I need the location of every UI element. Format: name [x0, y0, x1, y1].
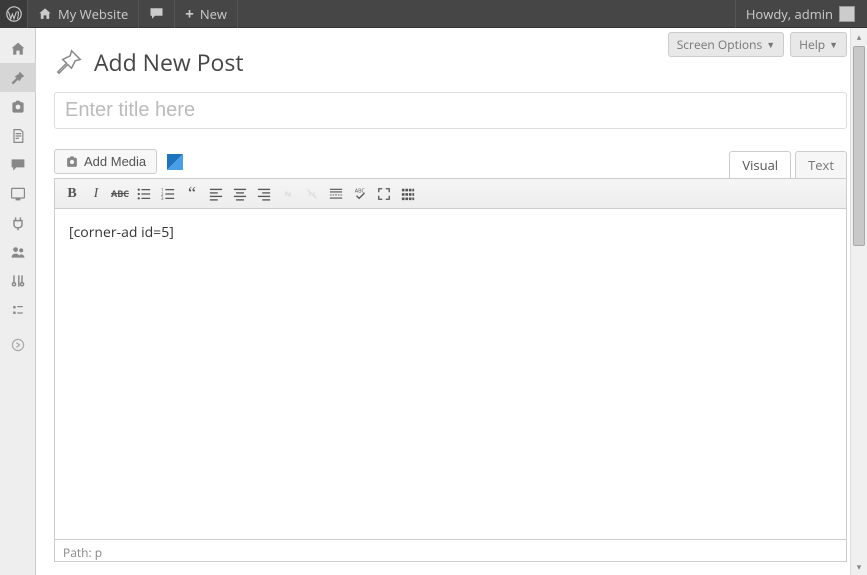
comments-link[interactable] [139, 0, 175, 28]
sidebar-item-dashboard[interactable] [0, 34, 36, 63]
align-left-button[interactable] [205, 183, 227, 205]
unlink-button[interactable] [301, 183, 323, 205]
screen-meta: Screen Options▼ Help▼ [668, 32, 847, 57]
svg-text:3: 3 [161, 196, 164, 201]
pin-icon [54, 47, 84, 77]
chevron-down-icon: ▼ [766, 38, 775, 51]
tab-visual[interactable]: Visual [729, 151, 791, 178]
admin-sidebar [0, 28, 36, 575]
site-name-label: My Website [58, 5, 128, 23]
site-name-link[interactable]: My Website [28, 0, 139, 28]
italic-button[interactable]: I [85, 183, 107, 205]
sidebar-item-media[interactable] [0, 92, 36, 121]
scrollbar-thumb[interactable] [853, 46, 865, 246]
sidebar-item-settings[interactable] [0, 295, 36, 324]
appearance-icon [10, 186, 26, 202]
media-icon [65, 155, 79, 169]
tools-icon [10, 273, 26, 289]
sidebar-item-posts[interactable] [0, 63, 36, 92]
blockquote-button[interactable]: “ [181, 183, 203, 205]
editor-status-bar: Path: p [55, 539, 846, 561]
editor-body[interactable]: [corner-ad id=5] [55, 209, 846, 539]
pages-icon [10, 128, 26, 144]
screen-options-tab[interactable]: Screen Options▼ [668, 32, 784, 57]
howdy-label: Howdy, admin [746, 5, 833, 23]
post-title-input[interactable] [54, 92, 847, 129]
plugins-icon [10, 215, 26, 231]
plus-icon: + [185, 4, 194, 24]
home-icon [10, 41, 26, 57]
media-icon [10, 99, 26, 115]
users-icon [10, 244, 26, 260]
comment-icon [10, 157, 26, 173]
sidebar-item-comments[interactable] [0, 150, 36, 179]
collapse-icon [10, 337, 26, 353]
bullet-list-button[interactable] [133, 183, 155, 205]
bold-button[interactable]: B [61, 183, 83, 205]
tab-text[interactable]: Text [795, 151, 847, 178]
wordpress-logo[interactable] [0, 0, 28, 28]
settings-icon [10, 302, 26, 318]
avatar [839, 6, 855, 22]
comment-icon [149, 6, 164, 21]
spellcheck-button[interactable]: ABC [349, 183, 371, 205]
more-button[interactable] [325, 183, 347, 205]
sidebar-item-users[interactable] [0, 237, 36, 266]
home-icon [38, 7, 52, 21]
fullscreen-button[interactable] [373, 183, 395, 205]
editor-toolbar: B I ABC 123 “ ABC [55, 179, 846, 209]
admin-bar: My Website + New Howdy, admin [0, 0, 867, 28]
add-media-button[interactable]: Add Media [54, 149, 157, 174]
pin-icon [10, 70, 26, 86]
main-content: Screen Options▼ Help▼ Add New Post Add M… [36, 28, 867, 575]
align-right-button[interactable] [253, 183, 275, 205]
link-button[interactable] [277, 183, 299, 205]
new-label: New [200, 5, 227, 23]
sidebar-item-pages[interactable] [0, 121, 36, 150]
corner-ad-icon[interactable] [167, 154, 183, 170]
collapse-menu-button[interactable] [0, 330, 36, 359]
page-title: Add New Post [94, 46, 244, 78]
new-content-link[interactable]: + New [175, 0, 238, 28]
scrollbar-vertical[interactable] [850, 28, 867, 575]
account-menu[interactable]: Howdy, admin [735, 0, 859, 28]
help-tab[interactable]: Help▼ [790, 32, 847, 57]
sidebar-item-appearance[interactable] [0, 179, 36, 208]
editor-container: B I ABC 123 “ ABC [corner-ad id=5] Path:… [54, 178, 847, 562]
sidebar-item-tools[interactable] [0, 266, 36, 295]
numbered-list-button[interactable]: 123 [157, 183, 179, 205]
kitchen-sink-button[interactable] [397, 183, 419, 205]
align-center-button[interactable] [229, 183, 251, 205]
chevron-down-icon: ▼ [829, 38, 838, 51]
strikethrough-button[interactable]: ABC [109, 183, 131, 205]
sidebar-item-plugins[interactable] [0, 208, 36, 237]
